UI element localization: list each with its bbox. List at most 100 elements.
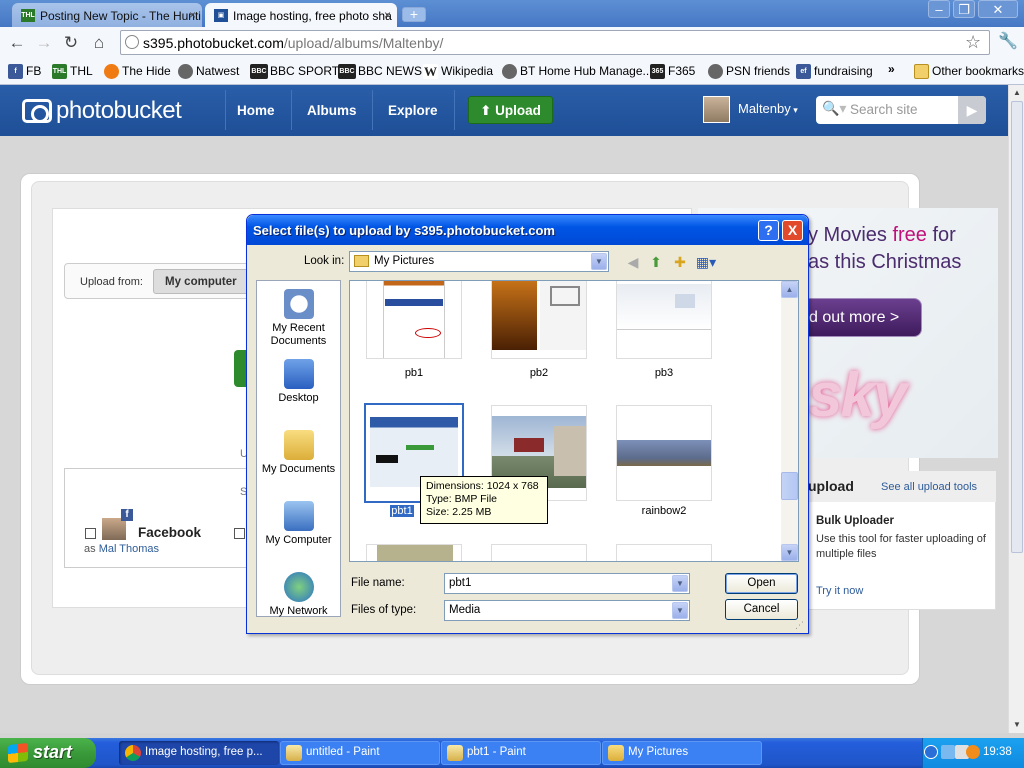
bookmark-the-hide[interactable]: The Hide [104,63,171,81]
search-go-icon[interactable]: ▶ [958,96,986,124]
tab-image-hosting[interactable]: ▣ Image hosting, free photo sha × [205,3,397,27]
file-name-pbt1[interactable]: pbt1 [390,505,414,517]
antivirus-icon[interactable] [966,745,980,759]
photobucket-logo[interactable]: photobucket [22,97,182,125]
file-name-pb2[interactable]: pb2 [491,367,587,379]
close-icon[interactable]: ✕ [978,0,1018,18]
bookmark-label: BBC SPORT [270,64,340,78]
restore-icon[interactable]: ❐ [953,0,975,18]
place-desktop[interactable]: Desktop [257,359,340,405]
reload-icon[interactable]: ↻ [60,32,82,54]
advert-find-out-more-button[interactable]: d out more > [798,298,922,337]
place-my-network[interactable]: My Network [257,572,340,618]
file-name-pb1[interactable]: pb1 [366,367,462,379]
chevron-down-icon[interactable]: ▼ [672,602,688,619]
bookmark-fundraising[interactable]: ef fundraising [796,63,873,81]
try-it-now-link[interactable]: Try it now [816,585,863,597]
nav-albums[interactable]: Albums [307,103,357,118]
nav-home[interactable]: Home [237,103,275,118]
file-thumbnail-rainbow2[interactable] [616,405,712,501]
chevron-down-icon[interactable]: ▼ [591,253,607,270]
minimize-icon[interactable]: – [928,0,950,18]
bookmark-fb[interactable]: f FB [8,63,41,81]
bookmark-star-icon[interactable]: ☆ [965,32,981,53]
advert-line: as this Christmas [808,251,962,273]
page-scrollbar[interactable]: ▲ ▼ [1008,85,1024,733]
scrollbar-thumb[interactable] [1011,101,1023,553]
scroll-up-icon[interactable]: ▲ [1011,87,1023,99]
taskbar-item-chrome[interactable]: Image hosting, free p... [119,741,279,765]
taskbar-item-my-pictures[interactable]: My Pictures [602,741,762,765]
scroll-down-icon[interactable]: ▼ [781,544,798,561]
new-tab-button[interactable]: + [402,7,426,22]
bookmark-bbc-sport[interactable]: BBC BBC SPORT [250,63,339,81]
bookmark-psn-friends[interactable]: PSN friends [708,63,790,81]
facebook-checkbox[interactable] [85,528,96,539]
back-icon[interactable]: ◀ [623,253,643,271]
facebook-user-link[interactable]: Mal Thomas [99,543,159,555]
place-my-documents[interactable]: My Documents [257,430,340,476]
bookmark-thl[interactable]: THL THL [52,63,93,81]
start-button[interactable]: start [0,738,96,768]
chevron-down-icon[interactable]: ▼ [672,575,688,592]
tooltip-size: Size: 2.25 MB [426,506,492,518]
username-menu[interactable]: Maltenby ▾ [738,101,798,116]
resize-grip-icon[interactable]: ⋰ [795,620,804,631]
file-thumbnail[interactable] [366,544,462,561]
taskbar-item-pbt1-paint[interactable]: pbt1 - Paint [441,741,601,765]
back-icon[interactable]: ← [6,32,28,54]
avatar[interactable] [703,96,730,123]
place-my-recent-documents[interactable]: My Recent Documents [257,289,340,348]
bookmark-bbc-news[interactable]: BBC BBC NEWS [338,63,422,81]
tab-close-icon[interactable]: × [384,8,391,22]
nav-divider [372,90,373,130]
scrollbar-thumb[interactable] [781,472,798,500]
search-input[interactable]: 🔍▾ Search site ▶ [816,96,986,124]
globe-icon [502,64,517,79]
file-thumbnail-pb3[interactable] [616,281,712,359]
advert-line: for [926,224,956,246]
task-label: pbt1 - Paint [467,746,526,758]
file-thumbnail[interactable] [616,544,712,561]
file-name-rainbow2[interactable]: rainbow2 [616,505,712,517]
taskbar-item-untitled-paint[interactable]: untitled - Paint [280,741,440,765]
up-folder-icon[interactable]: ⬆ [646,253,666,271]
tab-posting-new-topic[interactable]: THL Posting New Topic - The Hunti × [12,3,202,27]
scroll-down-icon[interactable]: ▼ [1011,719,1023,731]
file-thumbnail-pb2[interactable] [491,281,587,359]
bookmark-natwest[interactable]: Natwest [178,63,239,81]
wrench-icon[interactable]: 🔧 [998,31,1018,51]
bookmark-wikipedia[interactable]: W Wikipedia [423,63,493,81]
file-list-scrollbar[interactable]: ▲ ▼ [781,281,798,561]
file-thumbnail-pb1[interactable] [366,281,462,359]
forward-icon[interactable]: → [33,32,55,54]
place-my-computer[interactable]: My Computer [257,501,340,547]
help-button[interactable]: ? [758,220,779,241]
see-all-upload-tools-link[interactable]: See all upload tools [881,481,977,493]
files-of-type-value: Media [449,604,481,616]
bookmark-bt-home-hub[interactable]: BT Home Hub Manage... [502,63,653,81]
new-folder-icon[interactable]: ✚ [670,253,690,271]
home-icon[interactable]: ⌂ [88,32,110,54]
dialog-close-button[interactable]: X [782,220,803,241]
scroll-up-icon[interactable]: ▲ [781,281,798,298]
nav-explore[interactable]: Explore [388,103,438,118]
share-checkbox[interactable] [234,528,245,539]
upload-button[interactable]: ⬆ Upload [468,96,553,124]
tab-close-icon[interactable]: × [189,8,196,22]
tray-expand-icon[interactable] [924,745,938,759]
view-menu-icon[interactable]: ▦▾ [694,253,718,271]
file-name-pb3[interactable]: pb3 [616,367,712,379]
bookmark-f365[interactable]: 365 F365 [650,63,695,81]
files-of-type-select[interactable]: Media ▼ [444,600,690,621]
cancel-button[interactable]: Cancel [725,599,798,620]
file-thumbnail[interactable] [491,544,587,561]
other-bookmarks[interactable]: Other bookmarks [914,63,1024,81]
file-name-input[interactable]: pbt1 ▼ [444,573,690,594]
look-in-select[interactable]: My Pictures ▼ [349,251,609,272]
open-button[interactable]: Open [725,573,798,594]
bookmarks-overflow-icon[interactable]: » [888,61,895,79]
address-bar[interactable]: s395.photobucket.com/upload/albums/Malte… [120,30,990,55]
network-icon[interactable] [941,745,955,759]
clock[interactable]: 19:38 [983,746,1012,758]
